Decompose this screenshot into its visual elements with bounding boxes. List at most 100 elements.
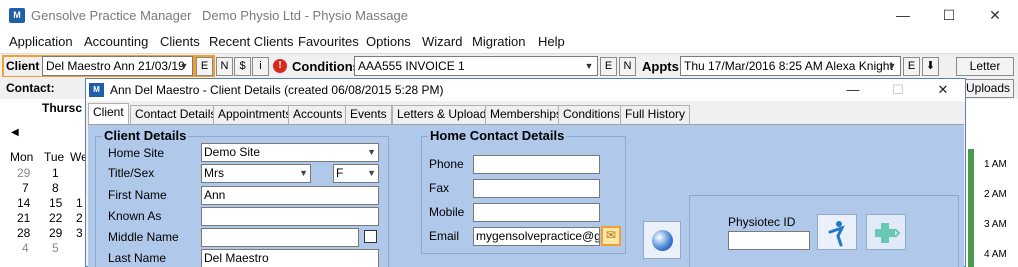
app-logo-icon: M	[9, 8, 25, 23]
appointments-select[interactable]: Thu 17/Mar/2016 8:25 AM Alexa Knight ▼	[680, 56, 901, 76]
menu-options[interactable]: Options	[366, 34, 411, 49]
edit-condition-button[interactable]: E	[600, 57, 617, 76]
home-site-value: Demo Site	[204, 145, 261, 159]
sex-select[interactable]: F ▼	[333, 164, 379, 183]
phone-field[interactable]	[473, 155, 600, 174]
uploads-button[interactable]: Uploads	[962, 79, 1014, 98]
title-value: Mrs	[204, 166, 224, 180]
calendar-day[interactable]: 1	[76, 196, 83, 210]
alert-icon[interactable]: !	[273, 59, 287, 73]
calendar-day[interactable]: 15	[49, 196, 62, 210]
menu-help[interactable]: Help	[538, 34, 565, 49]
physiotec-id-field[interactable]	[728, 231, 810, 250]
calendar-day[interactable]: 5	[52, 241, 59, 255]
menu-application[interactable]: Application	[9, 34, 73, 49]
chevron-down-icon: ▼	[299, 168, 308, 178]
time-label: 1 AM	[984, 159, 1007, 170]
tab-letters-uploads[interactable]: Letters & Uploads	[392, 105, 498, 124]
home-site-label: Home Site	[108, 146, 165, 160]
new-condition-button[interactable]: N	[619, 57, 636, 76]
contact-label: Contact:	[6, 81, 55, 95]
email-field[interactable]: mygensolvepractice@gen	[473, 227, 600, 246]
tab-conditions[interactable]: Conditions	[558, 105, 625, 124]
phone-label: Phone	[429, 157, 464, 171]
chevron-down-icon: ▼	[179, 61, 189, 71]
calendar-day[interactable]: 22	[49, 211, 62, 225]
tab-client[interactable]: Client	[88, 103, 129, 125]
menu-favourites[interactable]: Favourites	[298, 34, 359, 49]
conditions-select[interactable]: AAA555 INVOICE 1 ▼	[354, 56, 598, 76]
tab-full-history[interactable]: Full History	[620, 105, 691, 124]
physiotec-exercise-button[interactable]	[817, 214, 857, 250]
tab-accounts[interactable]: Accounts	[288, 105, 348, 124]
edit-client-button[interactable]: E	[196, 57, 213, 76]
fax-field[interactable]	[473, 179, 600, 198]
physiotec-label: Physiotec ID	[728, 215, 796, 229]
day-head-tue: Tue	[44, 150, 65, 164]
calendar-day[interactable]: 1	[52, 166, 59, 180]
tab-events[interactable]: Events	[345, 105, 392, 124]
conditions-select-value: AAA555 INVOICE 1	[358, 59, 465, 73]
middle-name-label: Middle Name	[108, 230, 179, 244]
client-label: Client	[6, 59, 40, 73]
chevron-down-icon: ▼	[367, 168, 376, 178]
calendar-day[interactable]: 7	[22, 181, 29, 195]
menu-recent-clients[interactable]: Recent Clients	[209, 34, 294, 49]
dialog-title-bar: M Ann Del Maestro - Client Details (crea…	[86, 79, 965, 101]
title-select[interactable]: Mrs ▼	[201, 164, 311, 183]
minimize-button[interactable]: —	[880, 0, 926, 31]
tab-memberships[interactable]: Memberships	[485, 105, 568, 124]
dialog-close-button[interactable]: ✕	[921, 79, 965, 101]
dialog-title: Ann Del Maestro - Client Details (create…	[110, 83, 444, 97]
last-name-label: Last Name	[108, 251, 167, 265]
physiotec-add-button[interactable]	[866, 214, 906, 250]
edit-appointment-button[interactable]: E	[903, 57, 920, 76]
dialog-minimize-button[interactable]: —	[831, 79, 875, 101]
mail-icon[interactable]: ✉	[601, 226, 621, 246]
client-account-button[interactable]: $	[234, 57, 251, 76]
calendar-day[interactable]: 29	[49, 226, 62, 240]
home-site-select[interactable]: Demo Site ▼	[201, 143, 379, 162]
calendar-day[interactable]: 29	[17, 166, 30, 180]
tab-contact-details[interactable]: Contact Details	[130, 105, 222, 124]
menu-migration[interactable]: Migration	[472, 34, 525, 49]
chevron-down-icon: ▼	[584, 61, 594, 71]
download-icon[interactable]: ⬇	[922, 57, 939, 76]
mobile-field[interactable]	[473, 203, 600, 222]
client-select[interactable]: Del Maestro Ann 21/03/19 ▼	[42, 56, 193, 76]
globe-icon	[652, 230, 673, 251]
tab-appointments[interactable]: Appointments	[213, 105, 297, 124]
last-name-field[interactable]: Del Maestro	[201, 249, 379, 267]
letter-button[interactable]: Letter	[956, 57, 1014, 76]
client-info-button[interactable]: i	[252, 57, 269, 76]
menu-accounting[interactable]: Accounting	[84, 34, 148, 49]
schedule-time-strip: 1 AM 2 AM 3 AM 4 AM	[964, 99, 1018, 267]
fax-label: Fax	[429, 181, 450, 195]
web-button[interactable]	[643, 221, 681, 259]
middle-name-checkbox[interactable]	[364, 230, 377, 243]
calendar-day[interactable]: 3	[76, 226, 83, 240]
client-tab-panel: Client Details Home Site Demo Site ▼ Tit…	[88, 124, 964, 267]
calendar-day[interactable]: 28	[17, 226, 30, 240]
calendar-day[interactable]: 2	[76, 211, 83, 225]
app-subtitle: Demo Physio Ltd - Physio Massage	[202, 8, 408, 23]
calendar-day[interactable]: 4	[22, 241, 29, 255]
maximize-button[interactable]: ☐	[926, 0, 972, 31]
new-client-button[interactable]: N	[216, 57, 233, 76]
calendar-day[interactable]: 14	[17, 196, 30, 210]
email-label: Email	[429, 229, 460, 243]
close-button[interactable]: ✕	[972, 0, 1018, 31]
prev-month-icon[interactable]: ◀	[11, 127, 19, 138]
first-name-field[interactable]: Ann	[201, 186, 379, 205]
menu-wizard[interactable]: Wizard	[422, 34, 462, 49]
menu-clients[interactable]: Clients	[160, 34, 200, 49]
calendar-day[interactable]: 21	[17, 211, 30, 225]
middle-name-field[interactable]	[201, 228, 359, 247]
app-title: Gensolve Practice Manager	[31, 8, 192, 23]
calendar-day[interactable]: 8	[52, 181, 59, 195]
known-as-field[interactable]	[201, 207, 379, 226]
title-sex-label: Title/Sex	[108, 166, 155, 180]
schedule-bar	[968, 149, 974, 267]
calendar-panel: Thursc ◀ Mon Tue We 29 1 7 8 14 15 1 21 …	[0, 99, 90, 267]
dialog-maximize-button[interactable]: ☐	[876, 79, 920, 101]
